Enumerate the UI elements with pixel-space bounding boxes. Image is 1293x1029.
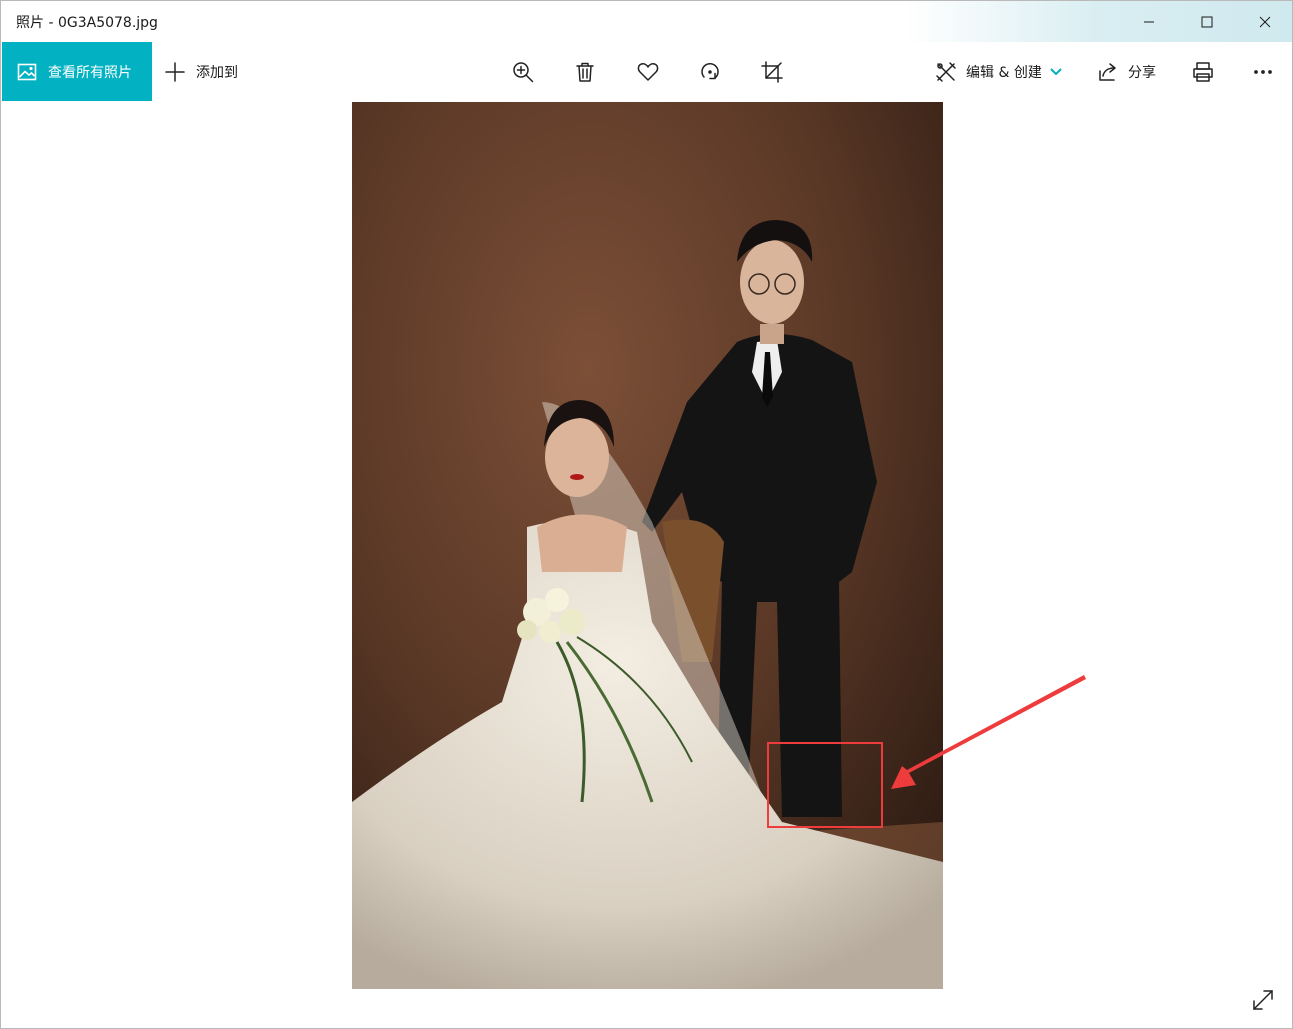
gallery-icon xyxy=(16,61,38,83)
window-title: 照片 - 0G3A5078.jpg xyxy=(16,15,158,31)
view-all-photos-button[interactable]: 查看所有照片 xyxy=(2,42,152,101)
print-button[interactable] xyxy=(1190,59,1216,85)
plus-icon xyxy=(164,61,186,83)
view-all-photos-label: 查看所有照片 xyxy=(48,64,132,81)
minimize-icon xyxy=(1144,21,1154,22)
edit-create-icon xyxy=(934,60,958,84)
rotate-button[interactable] xyxy=(697,59,723,85)
share-label: 分享 xyxy=(1128,64,1156,81)
expand-icon xyxy=(1253,990,1273,1010)
rotate-icon xyxy=(701,62,719,80)
zoom-in-icon xyxy=(513,62,534,83)
add-to-label: 添加到 xyxy=(196,64,238,81)
photos-app-window: 照片 - 0G3A5078.jpg 查看所有照片 添加到 编辑 & 创建 分享 xyxy=(0,0,1293,1029)
maximize-icon xyxy=(1201,16,1213,27)
more-icon xyxy=(1254,70,1272,74)
minimize-button[interactable] xyxy=(1118,1,1180,42)
maximize-button[interactable] xyxy=(1176,1,1238,42)
add-to-button[interactable]: 添加到 xyxy=(164,42,238,101)
share-button[interactable]: 分享 xyxy=(1096,42,1156,101)
photo-viewer-image[interactable] xyxy=(352,102,943,989)
close-icon xyxy=(1259,16,1271,27)
edit-create-button[interactable]: 编辑 & 创建 xyxy=(934,42,1062,101)
zoom-in-button[interactable] xyxy=(510,59,536,85)
annotation-arrow-icon xyxy=(891,675,1086,789)
command-bar: 查看所有照片 添加到 编辑 & 创建 分享 xyxy=(1,42,1292,101)
more-options-button[interactable] xyxy=(1250,59,1276,85)
highlight-rectangle xyxy=(767,742,883,828)
title-bar: 照片 - 0G3A5078.jpg xyxy=(1,1,1292,42)
fullscreen-button[interactable] xyxy=(1249,986,1277,1014)
print-icon xyxy=(1193,62,1213,82)
share-icon xyxy=(1096,60,1120,84)
heart-icon xyxy=(637,63,659,81)
favorite-button[interactable] xyxy=(635,59,661,85)
close-button[interactable] xyxy=(1234,1,1292,42)
wedding-photo xyxy=(352,102,943,989)
delete-button[interactable] xyxy=(572,59,598,85)
trash-icon xyxy=(576,62,594,82)
crop-button[interactable] xyxy=(759,59,785,85)
chevron-down-icon xyxy=(1050,66,1062,78)
edit-create-label: 编辑 & 创建 xyxy=(966,64,1042,81)
crop-icon xyxy=(761,61,783,83)
